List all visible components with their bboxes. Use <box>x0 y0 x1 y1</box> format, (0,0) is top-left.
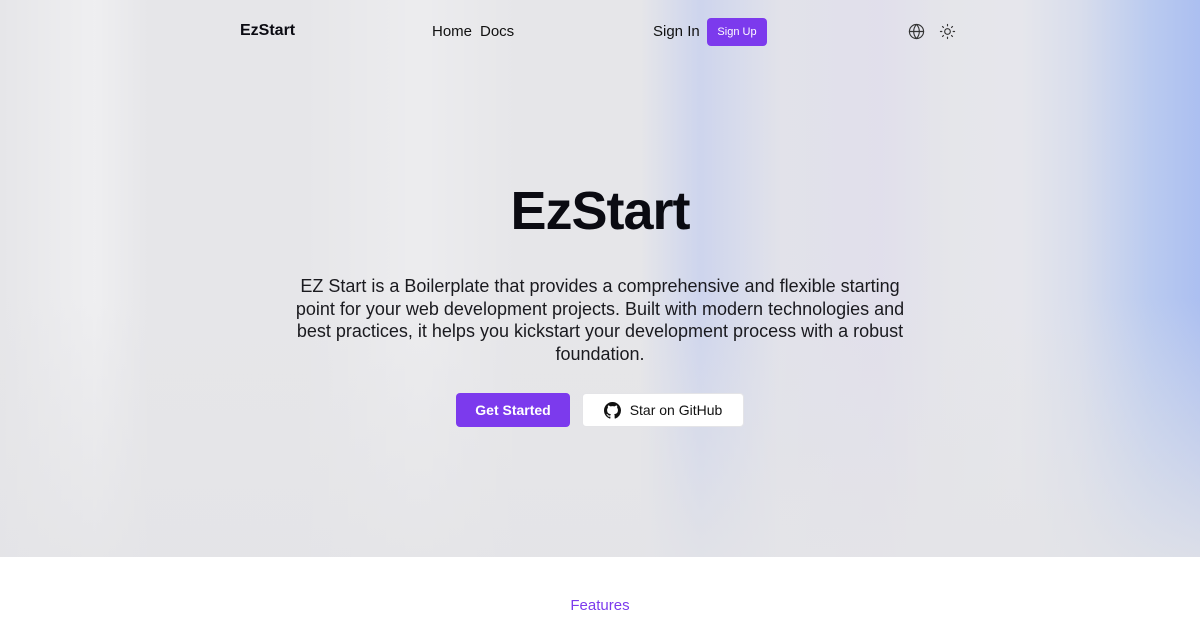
nav-link-docs[interactable]: Docs <box>480 23 514 40</box>
hero-section: EzStart Home Docs Sign In Sign Up EzStar… <box>0 0 1200 557</box>
star-on-github-label: Star on GitHub <box>629 402 723 418</box>
features-eyebrow: Features <box>570 597 630 614</box>
hero-title: EzStart <box>510 181 690 241</box>
top-nav: EzStart Home Docs Sign In Sign Up <box>0 0 1200 64</box>
get-started-button[interactable]: Get Started <box>456 393 570 427</box>
sun-icon[interactable] <box>938 22 956 40</box>
nav-link-home[interactable]: Home <box>432 23 472 40</box>
sign-up-button[interactable]: Sign Up <box>707 18 767 46</box>
brand-logo[interactable]: EzStart <box>240 22 295 40</box>
star-on-github-button[interactable]: Star on GitHub <box>582 393 744 427</box>
globe-icon[interactable] <box>907 22 925 40</box>
github-icon <box>603 401 621 419</box>
hero-description: EZ Start is a Boilerplate that provides … <box>295 276 905 364</box>
sign-in-link[interactable]: Sign In <box>653 23 700 40</box>
